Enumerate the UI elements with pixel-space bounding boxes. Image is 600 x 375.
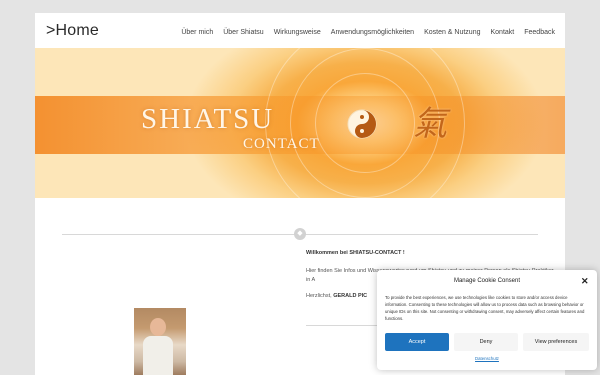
banner-title: SHIATSU: [141, 103, 275, 135]
welcome-heading: Willkommen bei SHIATSU-CONTACT !: [306, 250, 405, 256]
nav-item-kontakt[interactable]: Kontakt: [491, 29, 515, 36]
deny-button[interactable]: Deny: [454, 333, 518, 351]
greeting-name: GERALD PIC: [333, 293, 368, 299]
portrait-head: [150, 318, 166, 336]
hero-banner: SHIATSU CONTACT 氣: [35, 48, 565, 198]
cookie-consent-dialog: Manage Cookie Consent ✕ To provide the b…: [377, 270, 597, 370]
portrait-photo: [134, 308, 186, 375]
view-preferences-button[interactable]: View preferences: [523, 333, 589, 351]
divider-icon: ◆: [294, 228, 306, 240]
datenschutz-link[interactable]: Datenschutz: [377, 356, 597, 361]
cookie-title: Manage Cookie Consent: [453, 278, 521, 284]
nav-item-kosten-nutzung[interactable]: Kosten & Nutzung: [424, 29, 480, 36]
site-header: >Home Über mich Über Shiatsu Wirkungswei…: [35, 13, 565, 48]
accept-button[interactable]: Accept: [385, 333, 449, 351]
nav-item-feedback[interactable]: Feedback: [524, 29, 555, 36]
nav-item-anwendungsmoeglichkeiten[interactable]: Anwendungsmöglichkeiten: [331, 29, 414, 36]
greeting-prefix: Herzlichst,: [306, 293, 332, 299]
portrait-body: [143, 336, 173, 375]
nav-item-uber-mich[interactable]: Über mich: [181, 29, 213, 36]
kanji-ki-logo: 氣: [413, 104, 447, 144]
cookie-text: To provide the best experiences, we use …: [385, 295, 585, 321]
close-icon[interactable]: ✕: [581, 276, 589, 287]
site-title[interactable]: >Home: [46, 22, 99, 40]
nav-item-wirkungsweise[interactable]: Wirkungsweise: [274, 29, 321, 36]
nav-item-uber-shiatsu[interactable]: Über Shiatsu: [223, 29, 263, 36]
main-nav: Über mich Über Shiatsu Wirkungsweise Anw…: [171, 29, 555, 36]
yin-yang-icon: [347, 109, 377, 139]
banner-subtitle: CONTACT: [243, 136, 320, 152]
